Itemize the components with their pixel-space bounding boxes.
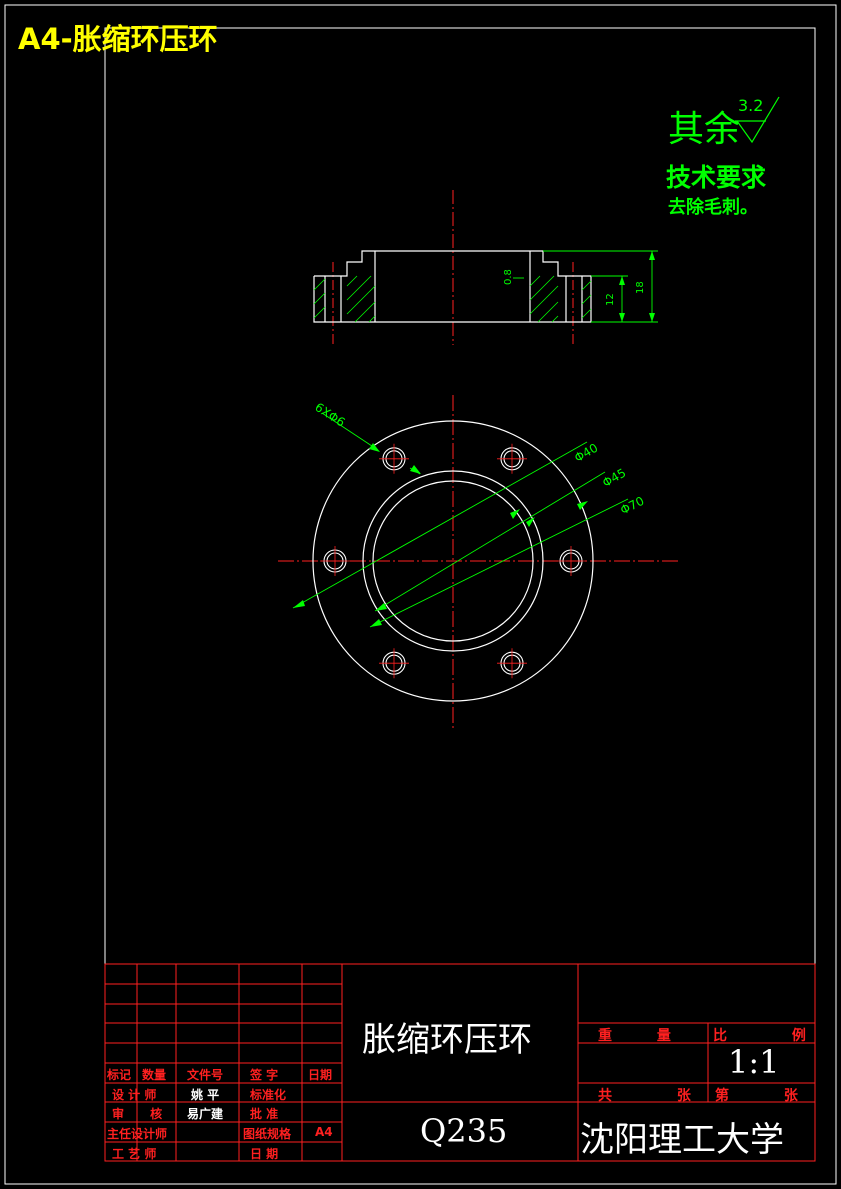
cell-date: 日期 — [308, 1068, 333, 1082]
tech-requirements-heading: 技术要求 — [666, 163, 767, 192]
cell-file-no: 文件号 — [187, 1068, 224, 1082]
total-sheets-label: 共 张 — [598, 1088, 691, 1104]
section-view — [313, 190, 658, 345]
part-name: 胀缩环压环 — [362, 1020, 532, 1060]
cell-approve: 批 准 — [250, 1107, 279, 1121]
cell-process-engineer: 工 艺 师 — [112, 1147, 157, 1161]
cell-mark: 标记 — [107, 1068, 132, 1082]
cell-designer: 设 计 师 — [112, 1088, 157, 1102]
cell-count: 数量 — [142, 1068, 167, 1082]
cell-signature: 签 字 — [250, 1068, 279, 1082]
cell-paper-size: A4 — [315, 1125, 333, 1139]
cell-designer-name: 姚 平 — [191, 1088, 220, 1102]
cell-paper-format: 图纸规格 — [243, 1127, 292, 1141]
roughness-label: 0.8 — [503, 269, 514, 285]
cell-reviewer-name: 易广建 — [187, 1107, 224, 1121]
sheet-number-label: 第 张 — [715, 1088, 798, 1104]
ratio-label: 比 例 — [713, 1028, 806, 1044]
weight-label: 重 量 — [598, 1028, 671, 1044]
cell-date2: 日 期 — [250, 1147, 279, 1161]
scale-value: 1:1 — [728, 1043, 780, 1081]
dim-inner-height: 12 — [605, 293, 616, 306]
tech-requirements-item: 去除毛刺。 — [668, 197, 758, 218]
cell-chief-designer: 主任设计师 — [107, 1127, 168, 1141]
material: Q235 — [420, 1112, 508, 1150]
surface-finish-prefix: 其余 — [668, 109, 741, 150]
surface-finish-value: 3.2 — [738, 96, 764, 115]
dim-total-height: 18 — [635, 281, 646, 294]
cell-reviewer: 审 核 — [112, 1107, 163, 1121]
sheet-title: A4-胀缩环压环 — [18, 22, 218, 56]
cell-standardize: 标准化 — [250, 1088, 287, 1102]
organization: 沈阳理工大学 — [580, 1120, 784, 1160]
plan-view — [278, 395, 680, 730]
